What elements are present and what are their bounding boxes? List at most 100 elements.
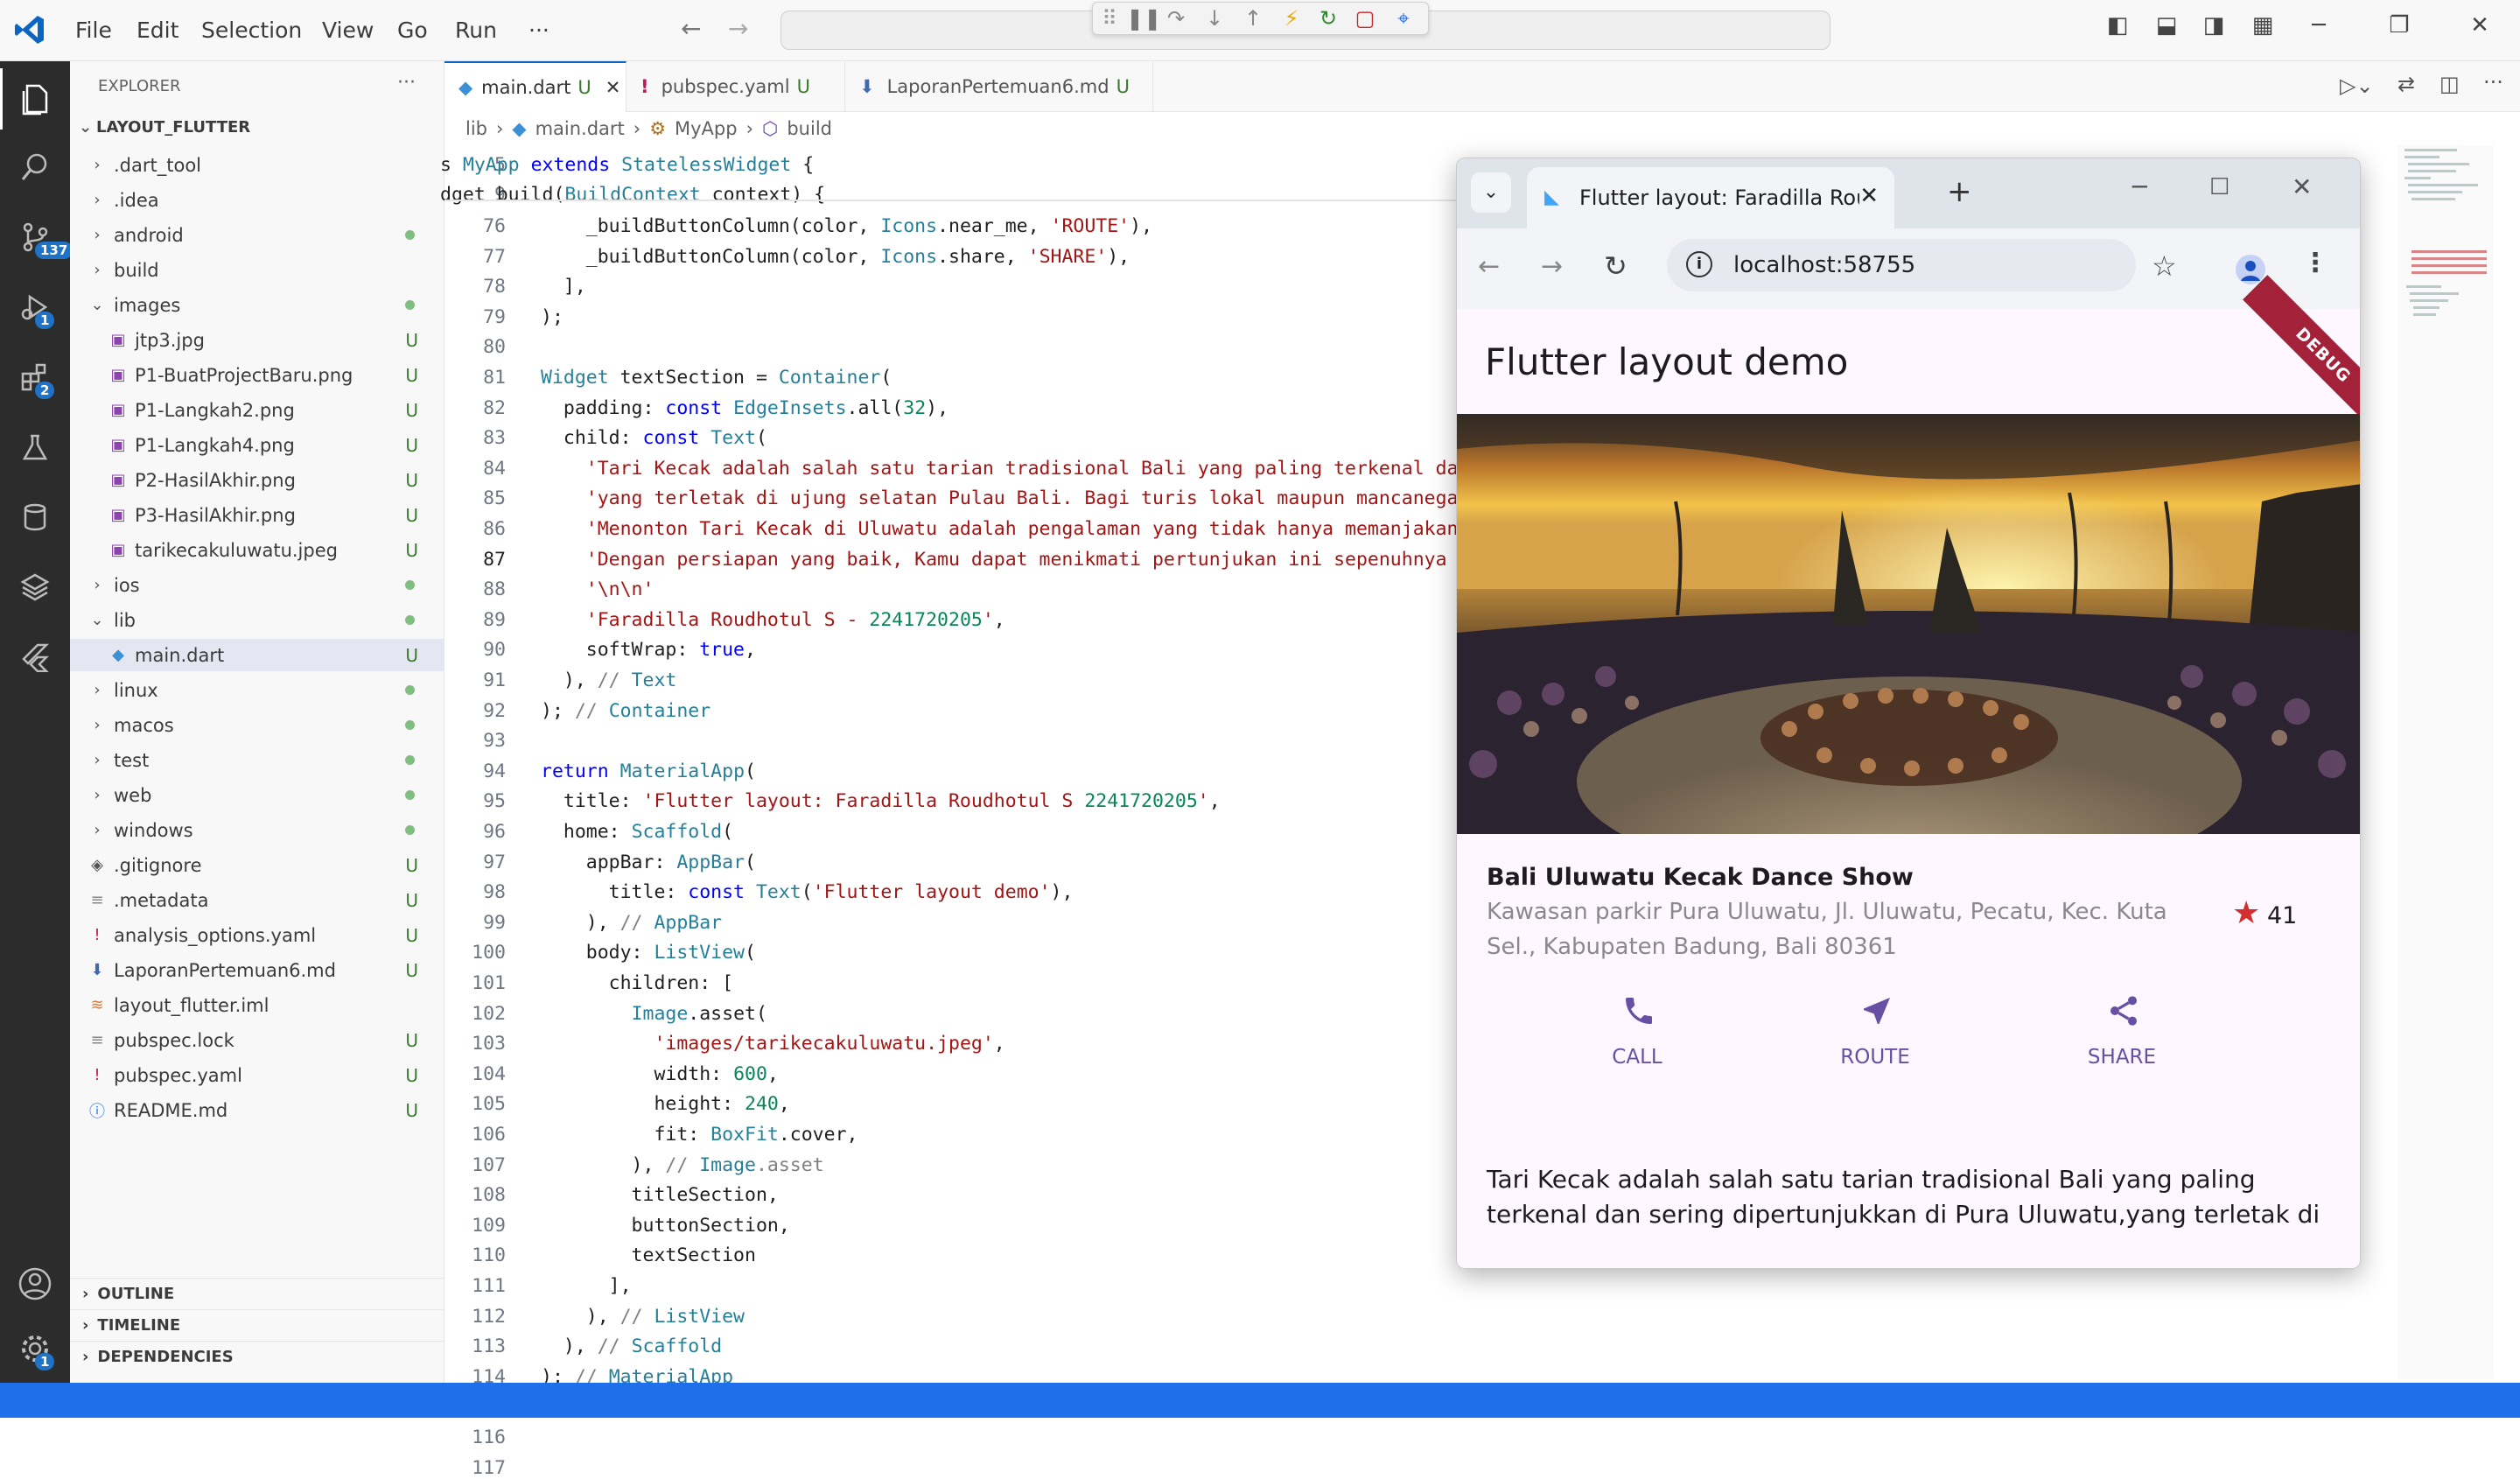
code-line[interactable]: _buildButtonColumn(color, Icons.near_me,… — [541, 215, 1152, 237]
tree-item[interactable]: ! analysis_options.yaml U — [70, 919, 444, 951]
tab-main-dart[interactable]: ◆ main.dart U ✕ — [444, 61, 626, 112]
tree-item[interactable]: ▣ P1-Langkah4.png U — [70, 429, 444, 461]
code-line[interactable]: ); — [541, 306, 564, 328]
menu-go[interactable]: Go — [397, 18, 428, 43]
pause-icon[interactable]: ❚❚ — [1126, 6, 1161, 31]
code-line[interactable]: buttonSection, — [541, 1215, 790, 1237]
dependencies-section[interactable]: › DEPENDENCIES — [70, 1341, 444, 1372]
tab-search-icon[interactable]: ⌄ — [1471, 172, 1511, 213]
code-line[interactable]: titleSection, — [541, 1184, 779, 1206]
tree-item[interactable]: ≡ .metadata U — [70, 884, 444, 916]
code-line[interactable]: height: 240, — [541, 1093, 789, 1115]
tab-close-icon[interactable]: ✕ — [1859, 183, 1879, 209]
code-line[interactable]: home: Scaffold( — [541, 821, 733, 843]
tree-item[interactable]: ! pubspec.yaml U — [70, 1059, 444, 1091]
customize-layout-icon[interactable]: ▦ — [2245, 12, 2280, 39]
tree-item[interactable]: ▣ P2-HasilAkhir.png U — [70, 464, 444, 496]
tab-laporan-md[interactable]: ⬇ LaporanPertemuan6.md U — [845, 61, 1153, 112]
sticky-scroll-line[interactable]: dget build(BuildContext context) { — [440, 184, 825, 206]
minimize-icon[interactable]: ─ — [2301, 12, 2336, 39]
hot-reload-icon[interactable]: ⚡ — [1278, 6, 1305, 31]
tree-item[interactable]: › test — [70, 744, 444, 776]
sticky-scroll-line[interactable]: s MyApp extends StatelessWidget { — [440, 154, 814, 176]
flutter-icon[interactable] — [0, 627, 70, 688]
code-line[interactable]: ], — [541, 1275, 632, 1297]
breadcrumb-item[interactable]: MyApp — [675, 118, 738, 139]
code-line[interactable]: ], — [541, 276, 586, 298]
search-icon[interactable] — [0, 137, 70, 198]
step-into-icon[interactable]: ↓ — [1201, 6, 1228, 31]
tree-item[interactable]: ⓘ README.md U — [70, 1094, 444, 1126]
browser-minimize-icon[interactable]: ─ — [2132, 172, 2147, 201]
explorer-icon[interactable] — [0, 68, 70, 130]
tree-item[interactable]: › android — [70, 219, 444, 251]
site-info-icon[interactable]: i — [1686, 251, 1712, 277]
inspect-widget-icon[interactable]: ⌖ — [1390, 6, 1417, 31]
tree-item[interactable]: ◆ main.dart U — [70, 639, 444, 671]
tab-close-icon[interactable]: ✕ — [606, 77, 621, 98]
code-line[interactable]: children: [ — [541, 972, 733, 994]
breadcrumb-item[interactable]: build — [787, 118, 832, 139]
address-bar[interactable]: i localhost:58755 — [1667, 239, 2136, 291]
step-over-icon[interactable]: ↷ — [1163, 6, 1189, 31]
tree-item[interactable]: ▣ jtp3.jpg U — [70, 324, 444, 356]
code-line[interactable]: appBar: AppBar( — [541, 852, 756, 873]
new-tab-icon[interactable]: + — [1947, 174, 1972, 209]
code-line[interactable]: Image.asset( — [541, 1003, 767, 1025]
browser-forward-icon[interactable]: → — [1541, 251, 1563, 282]
explorer-more-button[interactable]: ··· — [397, 72, 416, 94]
code-line[interactable]: ), // Image.asset — [541, 1154, 824, 1176]
workspace-root[interactable]: ⌄ LAYOUT_FLUTTER — [70, 111, 444, 144]
code-line[interactable]: _buildButtonColumn(color, Icons.share, '… — [541, 246, 1130, 268]
tree-item[interactable]: ≡ pubspec.lock U — [70, 1024, 444, 1056]
toggle-secondary-sidebar-icon[interactable]: ◨ — [2196, 12, 2231, 39]
split-editor-icon[interactable]: ◫ — [2440, 72, 2460, 96]
code-line[interactable]: Widget textSection = Container( — [541, 367, 892, 389]
source-control-icon[interactable]: 137 — [0, 207, 74, 268]
breadcrumb-item[interactable]: lib — [466, 118, 487, 139]
minimap[interactable] — [2398, 145, 2494, 1379]
drag-handle-icon[interactable]: ⠿ — [1096, 6, 1123, 31]
route-button[interactable]: ROUTE — [1805, 992, 1945, 1079]
database-icon[interactable] — [0, 487, 70, 548]
step-out-icon[interactable]: ↑ — [1240, 6, 1266, 31]
nav-forward-icon[interactable]: → — [728, 14, 748, 43]
code-line[interactable]: width: 600, — [541, 1063, 778, 1085]
outline-section[interactable]: › OUTLINE — [70, 1278, 444, 1309]
compare-changes-icon[interactable]: ⇄ — [2398, 72, 2415, 96]
code-line[interactable]: fit: BoxFit.cover, — [541, 1124, 858, 1146]
browser-maximize-icon[interactable]: ☐ — [2209, 174, 2230, 200]
tree-item[interactable]: ⌄ lib — [70, 604, 444, 636]
tree-item[interactable]: ◈ .gitignore U — [70, 849, 444, 881]
tree-item[interactable]: › linux — [70, 674, 444, 706]
timeline-section[interactable]: › TIMELINE — [70, 1309, 444, 1341]
editor-more-icon[interactable]: ··· — [2483, 70, 2503, 95]
code-line[interactable]: 'images/tarikecakuluwatu.jpeg', — [541, 1033, 1004, 1055]
restart-icon[interactable]: ↻ — [1315, 6, 1341, 31]
settings-gear-icon[interactable]: 1 — [0, 1318, 70, 1379]
run-debug-icon[interactable]: 1 — [0, 277, 70, 338]
code-line[interactable]: title: 'Flutter layout: Faradilla Roudho… — [541, 790, 1221, 812]
tree-item[interactable]: ▣ P1-BuatProjectBaru.png U — [70, 359, 444, 391]
tree-item[interactable]: ▣ P3-HasilAkhir.png U — [70, 499, 444, 531]
code-line[interactable]: child: const Text( — [541, 427, 767, 449]
breadcrumb-item[interactable]: main.dart — [536, 118, 625, 139]
bookmark-star-icon[interactable]: ☆ — [2152, 249, 2177, 283]
reload-icon[interactable]: ↻ — [1604, 249, 1628, 283]
stop-icon[interactable]: ▢ — [1352, 6, 1378, 31]
tree-item[interactable]: ≋ layout_flutter.iml — [70, 989, 444, 1021]
tree-item[interactable]: ▣ P1-Langkah2.png U — [70, 394, 444, 426]
browser-close-icon[interactable]: ✕ — [2292, 172, 2312, 201]
code-line[interactable]: 'Faradilla Roudhotul S - 2241720205', — [541, 609, 1005, 631]
code-line[interactable]: return MaterialApp( — [541, 761, 756, 782]
toggle-sidebar-icon[interactable]: ◧ — [2100, 12, 2135, 39]
code-line[interactable]: ), // Scaffold — [541, 1335, 722, 1357]
menu-view[interactable]: View — [322, 18, 374, 43]
tree-item[interactable]: › web — [70, 779, 444, 811]
testing-icon[interactable] — [0, 417, 70, 478]
tree-item[interactable]: › build — [70, 254, 444, 286]
menu-run[interactable]: Run — [455, 18, 497, 43]
account-icon[interactable] — [0, 1253, 70, 1314]
restore-icon[interactable]: ❐ — [2382, 12, 2417, 39]
share-button[interactable]: SHARE — [2052, 992, 2192, 1079]
